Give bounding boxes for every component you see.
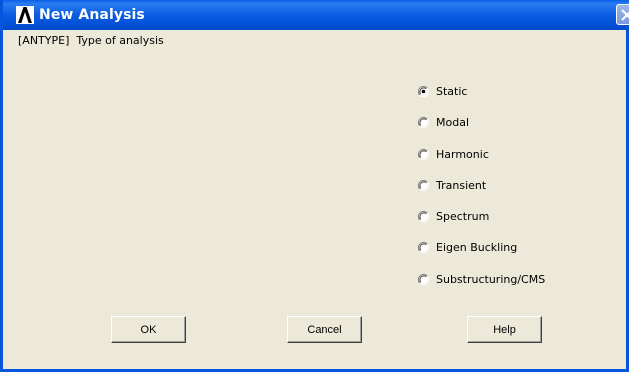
window-title: New Analysis bbox=[39, 7, 145, 23]
title-bar[interactable]: New Analysis bbox=[3, 0, 629, 30]
radio-transient[interactable]: Transient bbox=[418, 177, 486, 193]
radio-button-icon[interactable] bbox=[418, 241, 429, 253]
radio-label: Eigen Buckling bbox=[436, 240, 518, 254]
radio-substructuring-cms[interactable]: Substructuring/CMS bbox=[418, 271, 545, 287]
radio-static[interactable]: Static bbox=[418, 83, 467, 99]
radio-harmonic[interactable]: Harmonic bbox=[418, 146, 489, 162]
radio-label: Harmonic bbox=[436, 147, 489, 161]
ansys-logo-icon bbox=[16, 6, 34, 24]
radio-label: Substructuring/CMS bbox=[436, 272, 546, 286]
close-button[interactable] bbox=[616, 4, 629, 25]
radio-label: Transient bbox=[436, 178, 487, 192]
radio-label: Spectrum bbox=[436, 209, 490, 223]
cancel-button[interactable]: Cancel bbox=[287, 316, 362, 343]
radio-button-icon[interactable] bbox=[418, 273, 429, 285]
radio-label: Modal bbox=[436, 115, 469, 129]
radio-button-icon[interactable] bbox=[418, 210, 429, 222]
radio-button-icon[interactable] bbox=[418, 179, 429, 191]
new-analysis-dialog: New Analysis [ANTYPE] Type of analysis S… bbox=[0, 0, 629, 372]
ok-button[interactable]: OK bbox=[111, 316, 186, 343]
radio-button-icon[interactable] bbox=[418, 85, 429, 97]
antype-prompt-label: [ANTYPE] Type of analysis bbox=[18, 34, 164, 47]
radio-eigen-buckling[interactable]: Eigen Buckling bbox=[418, 239, 517, 255]
radio-spectrum[interactable]: Spectrum bbox=[418, 208, 489, 224]
radio-button-icon[interactable] bbox=[418, 116, 429, 128]
radio-modal[interactable]: Modal bbox=[418, 114, 469, 130]
close-icon bbox=[621, 9, 629, 21]
radio-button-icon[interactable] bbox=[418, 148, 429, 160]
radio-label: Static bbox=[436, 84, 468, 98]
help-button[interactable]: Help bbox=[467, 316, 542, 343]
